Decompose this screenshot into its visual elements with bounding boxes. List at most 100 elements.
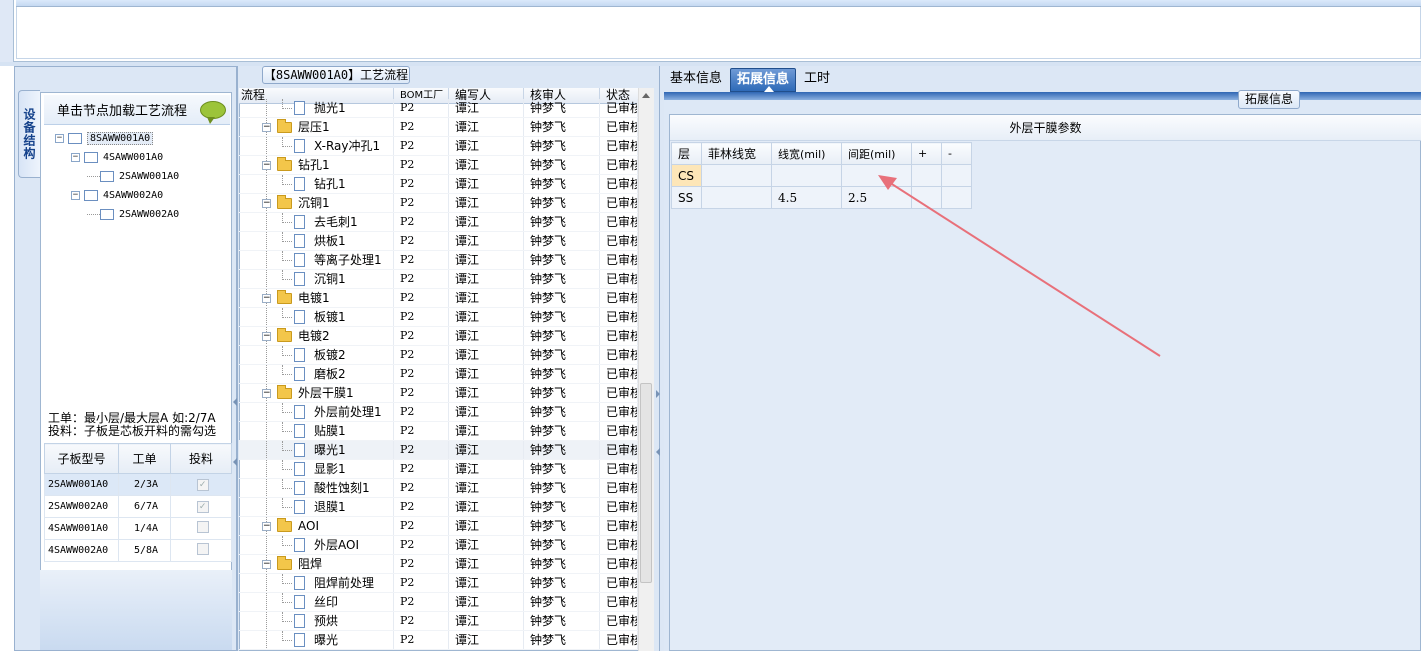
film-cell[interactable] <box>701 186 772 209</box>
process-row[interactable]: − 钻孔1 P2谭江钟梦飞已审核 <box>239 156 638 175</box>
collapse-icon[interactable]: − <box>262 123 271 132</box>
model-cell[interactable]: 4SAWW001A0 <box>44 517 119 540</box>
film-cell[interactable] <box>701 164 772 187</box>
process-row[interactable]: 板镀2 P2谭江钟梦飞已审核 <box>239 346 638 365</box>
collapse-icon[interactable]: − <box>262 389 271 398</box>
col-header-layer[interactable]: 层 <box>671 142 702 165</box>
process-row[interactable]: 抛光1 P2谭江钟梦飞已审核 <box>239 99 638 118</box>
collapse-icon[interactable]: − <box>262 294 271 303</box>
material-cell[interactable]: ✓ <box>170 495 232 518</box>
table-row[interactable]: 2SAWW002A0 6/7A ✓ <box>44 495 232 518</box>
table-row[interactable]: 2SAWW001A0 2/3A ✓ <box>44 473 232 496</box>
process-row[interactable]: 钻孔1 P2谭江钟梦飞已审核 <box>239 175 638 194</box>
process-row[interactable]: 磨板2 P2谭江钟梦飞已审核 <box>239 365 638 384</box>
material-checkbox[interactable]: ✓ <box>196 478 209 491</box>
collapse-icon[interactable]: − <box>262 332 271 341</box>
add-column-button[interactable]: + <box>911 142 942 165</box>
process-row[interactable]: 曝光1 P2谭江钟梦飞已审核 <box>239 441 638 460</box>
process-row[interactable]: 等离子处理1 P2谭江钟梦飞已审核 <box>239 251 638 270</box>
tree-node[interactable]: 2SAWW001A0 <box>87 168 179 185</box>
order-cell[interactable]: 6/7A <box>118 495 171 518</box>
process-row[interactable]: 丝印 P2谭江钟梦飞已审核 <box>239 593 638 612</box>
material-checkbox[interactable] <box>196 521 209 533</box>
process-row[interactable]: 去毛刺1 P2谭江钟梦飞已审核 <box>239 213 638 232</box>
reviewer-cell: 钟梦飞 <box>524 289 600 307</box>
tab-basic-info[interactable]: 基本信息 <box>664 68 728 92</box>
col-header-film-width[interactable]: 菲林线宽 <box>701 142 772 165</box>
process-row[interactable]: 预烘 P2谭江钟梦飞已审核 <box>239 612 638 631</box>
process-row[interactable]: X-Ray冲孔1 P2谭江钟梦飞已审核 <box>239 137 638 156</box>
left-panel-footer <box>40 570 232 650</box>
tab-work-hours[interactable]: 工时 <box>798 68 836 92</box>
order-cell[interactable]: 2/3A <box>118 473 171 496</box>
process-row[interactable]: 显影1 P2谭江钟梦飞已审核 <box>239 460 638 479</box>
tree-line <box>266 270 267 288</box>
vertical-tab-equipment-structure[interactable]: 设备结构 <box>18 90 40 178</box>
flow-cell: 烘板1 <box>239 232 394 250</box>
model-cell[interactable]: 2SAWW001A0 <box>44 473 119 496</box>
material-checkbox[interactable] <box>196 543 209 555</box>
process-row[interactable]: − 外层干膜1 P2谭江钟梦飞已审核 <box>239 384 638 403</box>
flow-label: 酸性蚀刻1 <box>314 481 370 495</box>
process-row[interactable]: 贴膜1 P2谭江钟梦飞已审核 <box>239 422 638 441</box>
col-header-line-width[interactable]: 线宽(mil) <box>771 142 842 165</box>
status-cell: 已审核 <box>600 612 638 630</box>
tree-node[interactable]: − 4SAWW001A0 <box>71 149 163 166</box>
process-row[interactable]: − 阻焊 P2谭江钟梦飞已审核 <box>239 555 638 574</box>
top-grid-body[interactable] <box>16 7 1421 59</box>
material-cell[interactable]: ✓ <box>170 473 232 496</box>
tree-line <box>266 479 267 497</box>
reviewer-cell: 钟梦飞 <box>524 593 600 611</box>
process-row[interactable]: 退膜1 P2谭江钟梦飞已审核 <box>239 498 638 517</box>
scroll-up-icon[interactable] <box>642 93 650 98</box>
material-checkbox[interactable]: ✓ <box>196 500 209 513</box>
bom-cell: P2 <box>394 327 449 345</box>
material-cell[interactable] <box>170 517 232 540</box>
collapse-icon[interactable]: − <box>71 153 80 162</box>
model-cell[interactable]: 2SAWW002A0 <box>44 495 119 518</box>
tree-node[interactable]: 2SAWW002A0 <box>87 206 179 223</box>
collapse-icon[interactable]: − <box>262 161 271 170</box>
process-row[interactable]: − 电镀2 P2谭江钟梦飞已审核 <box>239 327 638 346</box>
process-row[interactable]: 外层前处理1 P2谭江钟梦飞已审核 <box>239 403 638 422</box>
model-cell[interactable]: 4SAWW002A0 <box>44 539 119 562</box>
layer-cell[interactable]: CS <box>671 164 702 187</box>
process-flow-title: 【8SAWW001A0】工艺流程 <box>262 66 410 84</box>
process-row[interactable]: 曝光 P2谭江钟梦飞已审核 <box>239 631 638 650</box>
collapse-icon[interactable]: − <box>262 199 271 208</box>
process-row[interactable]: 沉铜1 P2谭江钟梦飞已审核 <box>239 270 638 289</box>
process-row[interactable]: − AOI P2谭江钟梦飞已审核 <box>239 517 638 536</box>
width-cell[interactable]: 4.5 <box>771 186 842 209</box>
process-row[interactable]: − 层压1 P2谭江钟梦飞已审核 <box>239 118 638 137</box>
col-header-model[interactable]: 子板型号 <box>44 443 119 474</box>
col-header-spacing[interactable]: 间距(mil) <box>841 142 912 165</box>
remove-column-button[interactable]: - <box>941 142 972 165</box>
collapse-icon[interactable]: − <box>71 191 80 200</box>
collapse-icon[interactable]: − <box>55 134 64 143</box>
process-row[interactable]: 外层AOI P2谭江钟梦飞已审核 <box>239 536 638 555</box>
tree-node[interactable]: − 4SAWW002A0 <box>71 187 163 204</box>
folder-icon <box>277 195 292 209</box>
process-row[interactable]: 板镀1 P2谭江钟梦飞已审核 <box>239 308 638 327</box>
process-row[interactable]: 阻焊前处理 P2谭江钟梦飞已审核 <box>239 574 638 593</box>
col-header-material[interactable]: 投料 <box>170 443 232 474</box>
material-cell[interactable] <box>170 539 232 562</box>
process-row[interactable]: − 电镀1 P2谭江钟梦飞已审核 <box>239 289 638 308</box>
process-row[interactable]: 酸性蚀刻1 P2谭江钟梦飞已审核 <box>239 479 638 498</box>
col-header-order[interactable]: 工单 <box>118 443 171 474</box>
order-cell[interactable]: 1/4A <box>118 517 171 540</box>
sub-board-table: 子板型号 工单 投料 2SAWW001A0 2/3A ✓ 2SAWW002A0 6/7A… <box>44 443 232 562</box>
writer-cell: 谭江 <box>449 175 524 193</box>
layer-cell[interactable]: SS <box>671 186 702 209</box>
collapse-icon[interactable]: − <box>262 522 271 531</box>
process-row[interactable]: − 沉铜1 P2谭江钟梦飞已审核 <box>239 194 638 213</box>
order-cell[interactable]: 5/8A <box>118 539 171 562</box>
tree-connector <box>87 214 100 215</box>
collapse-icon[interactable]: − <box>262 560 271 569</box>
process-row[interactable]: 烘板1 P2谭江钟梦飞已审核 <box>239 232 638 251</box>
table-row[interactable]: 4SAWW002A0 5/8A <box>44 539 232 562</box>
tree-node[interactable]: − 8SAWW001A0 <box>55 130 154 147</box>
width-cell[interactable] <box>771 164 842 187</box>
process-scrollbar-thumb[interactable] <box>640 383 652 583</box>
table-row[interactable]: 4SAWW001A0 1/4A <box>44 517 232 540</box>
